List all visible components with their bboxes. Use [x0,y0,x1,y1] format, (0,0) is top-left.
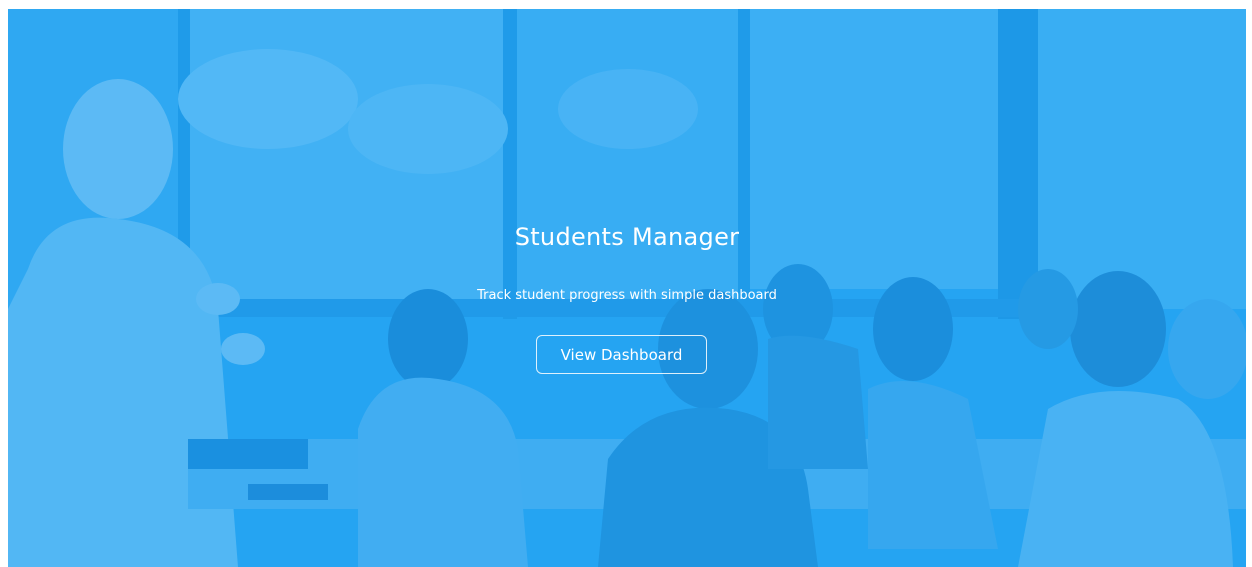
hero-title: Students Manager [514,223,740,251]
hero-content: Students Manager Track student progress … [8,9,1246,567]
hero-section: Students Manager Track student progress … [8,9,1246,567]
view-dashboard-button[interactable]: View Dashboard [536,335,707,374]
hero-subtitle: Track student progress with simple dashb… [477,288,777,303]
